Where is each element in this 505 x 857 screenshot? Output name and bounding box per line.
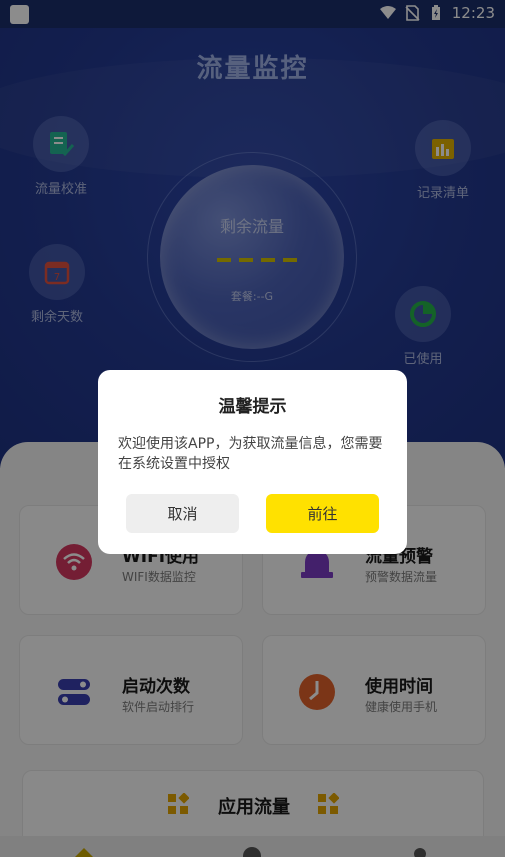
go-button[interactable]: 前往 xyxy=(266,494,379,533)
dialog-message: 欢迎使用该APP，为获取流量信息，您需要在系统设置中授权 xyxy=(118,436,383,472)
permission-dialog: 温馨提示 欢迎使用该APP，为获取流量信息，您需要在系统设置中授权 取消 前往 xyxy=(98,370,407,554)
dialog-title: 温馨提示 xyxy=(218,397,287,417)
cancel-button[interactable]: 取消 xyxy=(126,494,239,533)
